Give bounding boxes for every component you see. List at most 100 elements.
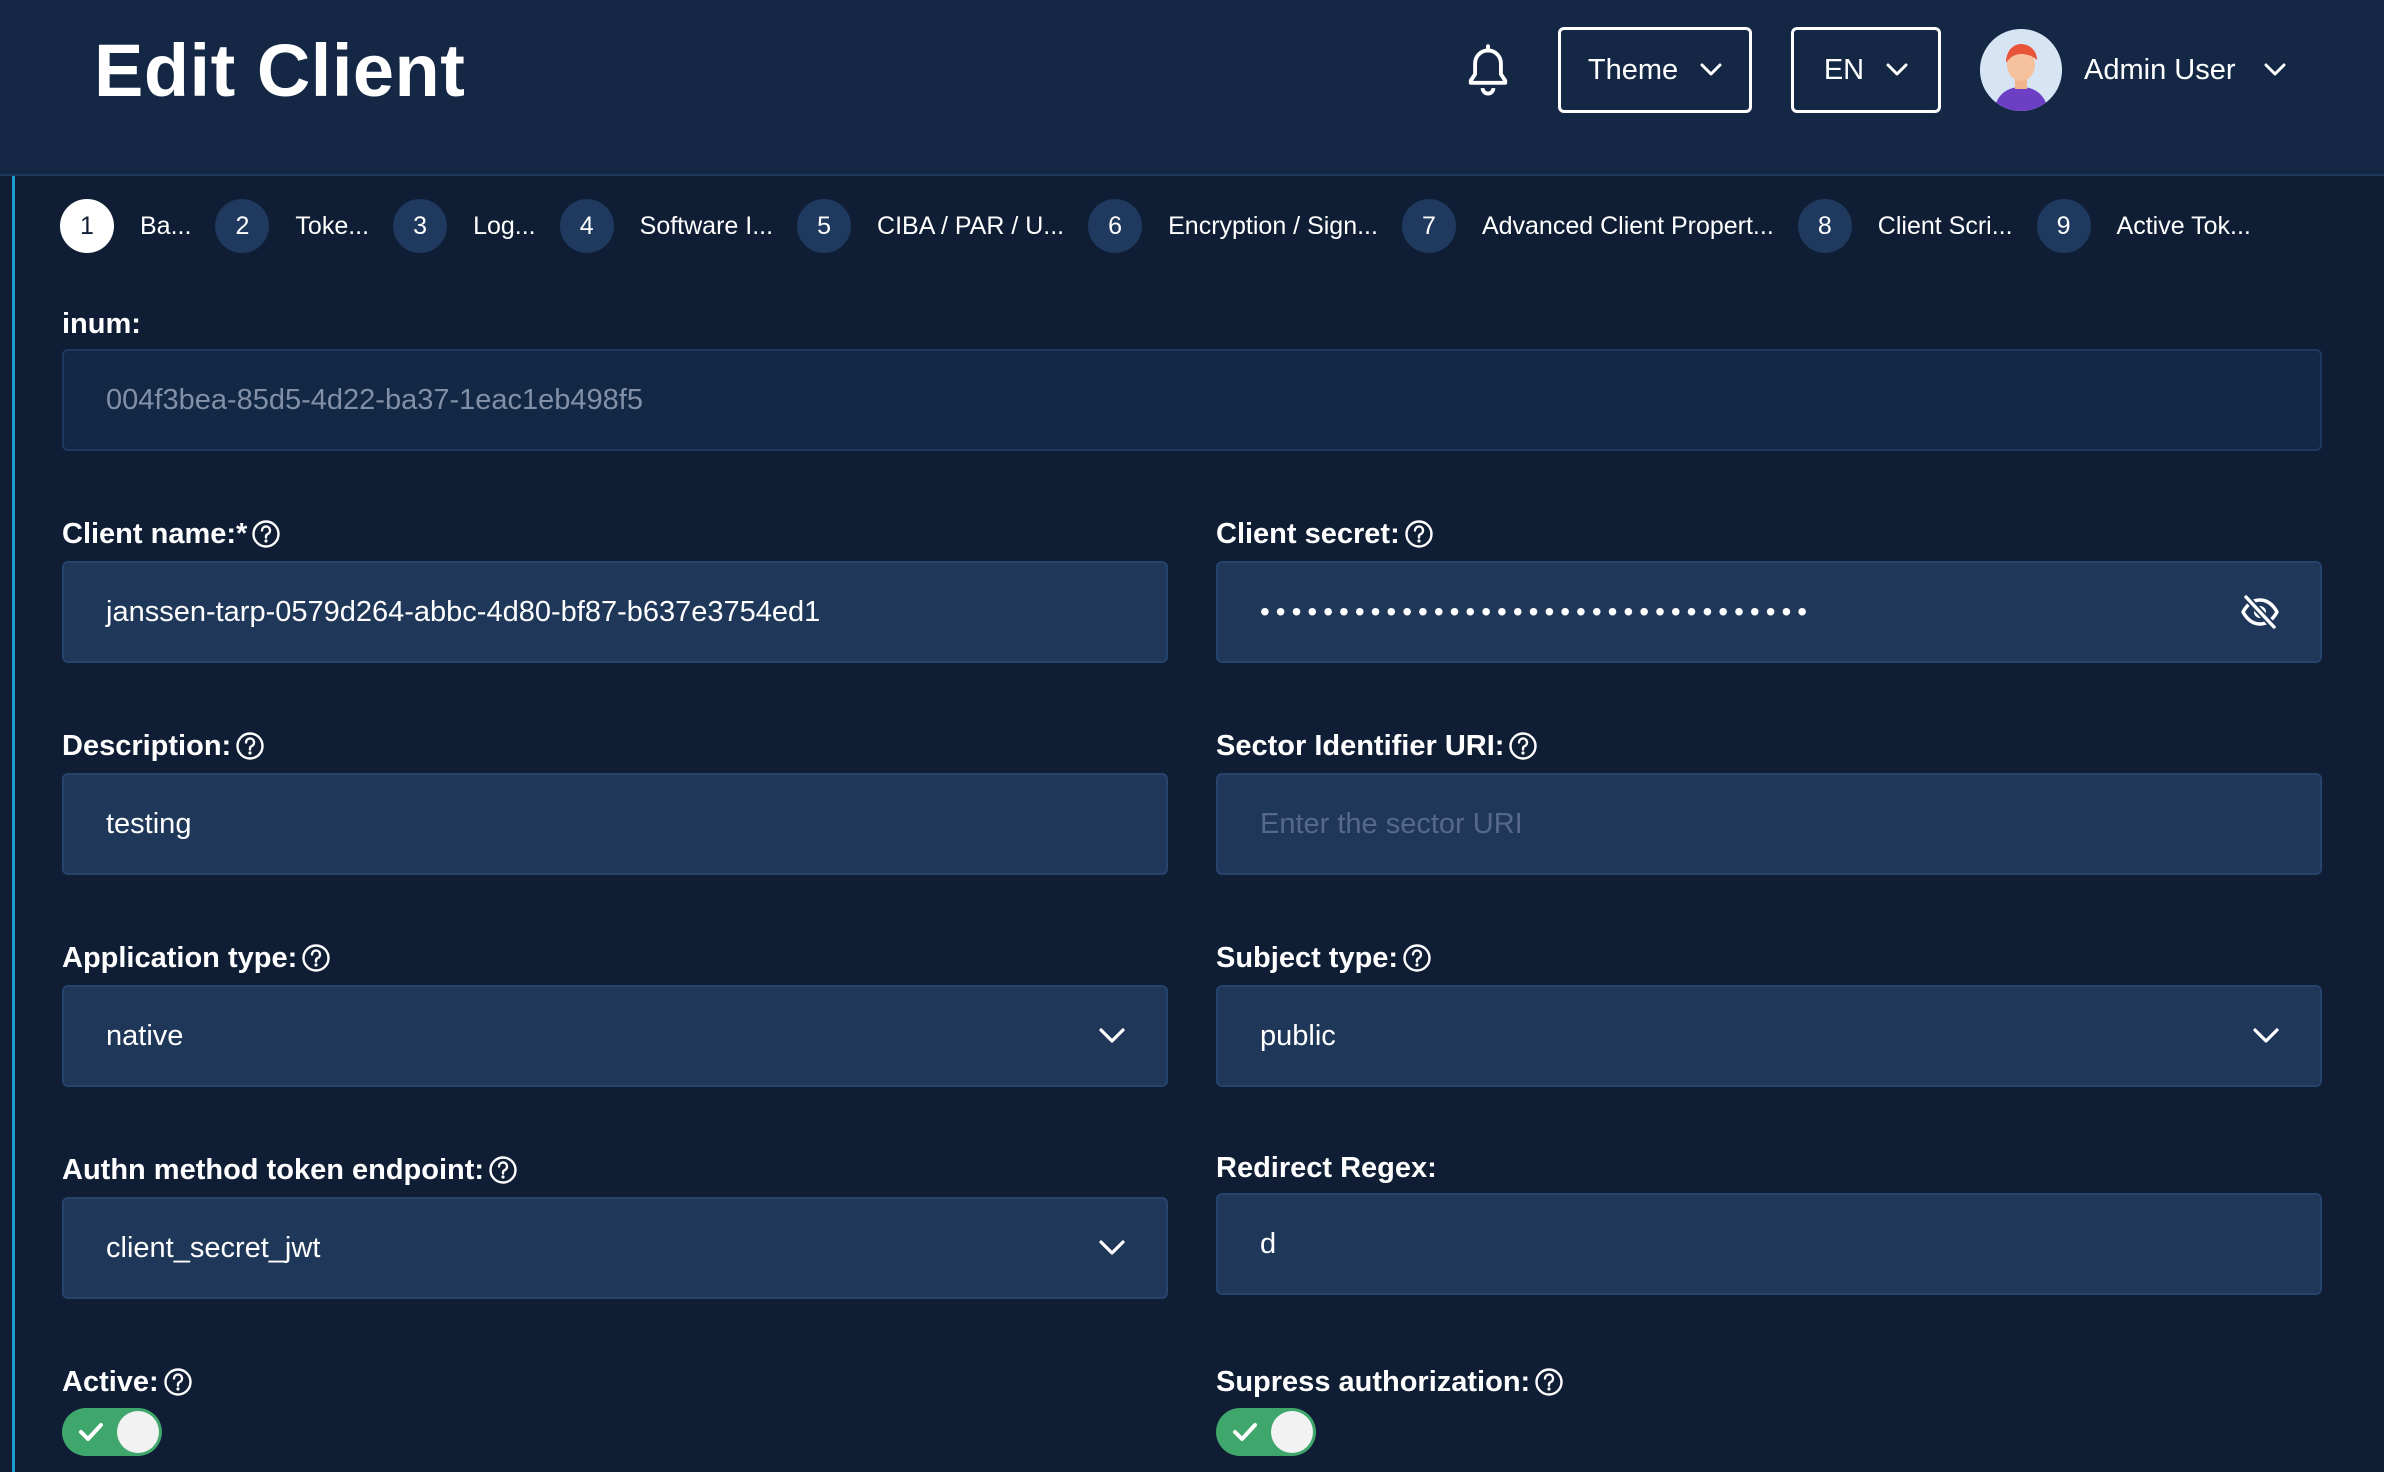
redirect-regex-label: Redirect Regex: [1216,1150,1437,1186]
chevron-down-icon [1886,63,1908,76]
active-label-text: Active: [62,1366,159,1398]
client-secret-label-text: Client secret: [1216,518,1400,550]
user-name: Admin User [2084,53,2236,86]
help-icon[interactable] [235,731,265,761]
inum-value: 004f3bea-85d5-4d22-ba37-1eac1eb498f5 [106,383,643,416]
sector-uri-placeholder: Enter the sector URI [1260,807,1523,840]
step-encryption[interactable]: 6 Encryption / Sign... [1088,199,1402,253]
help-icon[interactable] [1402,943,1432,973]
active-toggle[interactable] [62,1408,162,1456]
sector-uri-label: Sector Identifier URI: [1216,728,1538,764]
step-label: Toke... [295,211,370,240]
sector-uri-label-text: Sector Identifier URI: [1216,730,1505,762]
step-number: 8 [1797,199,1852,253]
check-icon [1233,1423,1257,1441]
check-icon [79,1423,103,1441]
step-number: 2 [215,199,270,253]
authn-method-label: Authn method token endpoint: [62,1152,518,1188]
authn-method-value: client_secret_jwt [106,1231,321,1264]
help-icon[interactable] [1404,519,1434,549]
step-label: Software I... [639,211,774,240]
description-label-text: Description: [62,730,232,762]
step-software[interactable]: 4 Software I... [559,199,797,253]
user-menu[interactable]: Admin User [1980,29,2286,111]
step-number: 3 [393,199,448,253]
language-dropdown[interactable]: EN [1791,27,1941,113]
client-name-value: janssen-tarp-0579d264-abbc-4d80-bf87-b63… [106,595,821,628]
application-type-select[interactable]: native [62,985,1168,1087]
form-stepper: 1 Ba... 2 Toke... 3 Log... 4 Software I.… [60,198,2275,254]
application-type-value: native [106,1019,184,1052]
step-number: 1 [60,199,114,253]
chevron-down-icon [1099,1028,1125,1043]
application-type-label: Application type: [62,940,331,976]
description-input[interactable]: testing [62,773,1168,875]
client-secret-input[interactable]: ••••••••••••••••••••••••••••••••••• [1216,561,2322,663]
step-label: Ba... [140,211,192,240]
suppress-authorization-label-text: Supress authorization: [1216,1366,1531,1398]
subject-type-label: Subject type: [1216,940,1432,976]
step-logout[interactable]: 3 Log... [393,199,560,253]
authn-method-label-text: Authn method token endpoint: [62,1154,485,1186]
redirect-regex-value: d [1260,1227,1277,1260]
step-advanced[interactable]: 7 Advanced Client Propert... [1401,199,1798,253]
theme-label: Theme [1587,53,1679,86]
client-secret-value: ••••••••••••••••••••••••••••••••••• [1260,596,1814,627]
top-header: Edit Client Theme EN Admin User [0,0,2384,176]
step-label: Encryption / Sign... [1168,211,1378,240]
redirect-regex-label-text: Redirect Regex: [1216,1152,1437,1184]
suppress-authorization-label: Supress authorization: [1216,1364,1564,1400]
application-type-label-text: Application type: [62,942,298,974]
description-value: testing [106,807,192,840]
avatar [1980,29,2062,111]
chevron-down-icon [1700,63,1722,76]
step-tokens[interactable]: 2 Toke... [215,199,393,253]
suppress-authorization-toggle[interactable] [1216,1408,1316,1456]
step-number: 6 [1088,199,1143,253]
language-label: EN [1823,53,1865,86]
step-label: Active Tok... [2116,211,2251,240]
step-client-scripts[interactable]: 8 Client Scri... [1797,199,2037,253]
subject-type-select[interactable]: public [1216,985,2322,1087]
chevron-down-icon [1099,1240,1125,1255]
step-ciba-par[interactable]: 5 CIBA / PAR / U... [797,199,1088,253]
page-title: Edit Client [94,29,466,112]
help-icon[interactable] [251,519,281,549]
help-icon[interactable] [1508,731,1538,761]
help-icon[interactable] [488,1155,518,1185]
subject-type-value: public [1260,1019,1336,1052]
inum-label: inum: [62,306,141,342]
inum-field: 004f3bea-85d5-4d22-ba37-1eac1eb498f5 [62,349,2322,451]
help-icon[interactable] [163,1367,193,1397]
step-active-tokens[interactable]: 9 Active Tok... [2036,199,2275,253]
toggle-knob [1271,1411,1313,1453]
subject-type-label-text: Subject type: [1216,942,1399,974]
step-label: Advanced Client Propert... [1481,211,1774,240]
chevron-down-icon [2253,1028,2279,1043]
help-icon[interactable] [1534,1367,1564,1397]
theme-dropdown[interactable]: Theme [1558,27,1752,113]
active-label: Active: [62,1364,193,1400]
step-number: 9 [2036,199,2091,253]
chevron-down-icon [2264,63,2285,76]
inum-label-text: inum: [62,308,141,340]
bell-icon[interactable] [1462,44,1514,100]
redirect-regex-input[interactable]: d [1216,1193,2322,1295]
step-number: 7 [1401,199,1456,253]
description-label: Description: [62,728,265,764]
client-secret-label: Client secret: [1216,516,1434,552]
step-basic[interactable]: 1 Ba... [60,199,215,253]
help-icon[interactable] [301,943,331,973]
step-label: Client Scri... [1877,211,2013,240]
client-name-input[interactable]: janssen-tarp-0579d264-abbc-4d80-bf87-b63… [62,561,1168,663]
client-name-label-text: Client name:* [62,518,248,550]
eye-off-icon[interactable] [2240,594,2280,630]
client-name-label: Client name:* [62,516,281,552]
step-number: 5 [797,199,852,253]
sector-uri-input[interactable]: Enter the sector URI [1216,773,2322,875]
step-label: CIBA / PAR / U... [877,211,1065,240]
step-number: 4 [559,199,614,253]
authn-method-select[interactable]: client_secret_jwt [62,1197,1168,1299]
step-label: Log... [473,211,536,240]
toggle-knob [117,1411,159,1453]
